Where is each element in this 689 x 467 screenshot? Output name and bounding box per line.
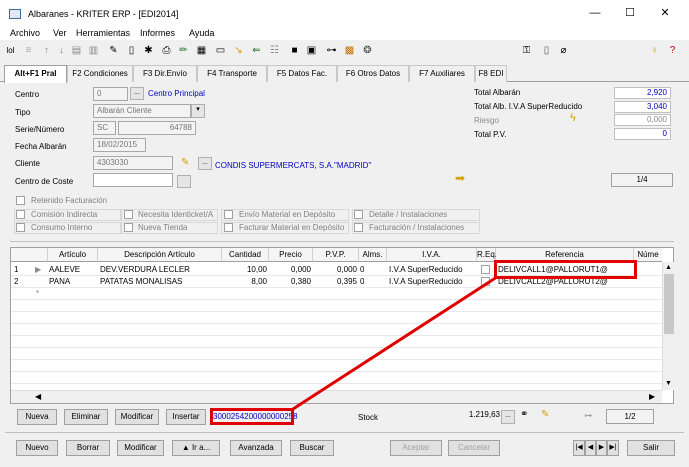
annotation-arrow [292, 275, 498, 411]
